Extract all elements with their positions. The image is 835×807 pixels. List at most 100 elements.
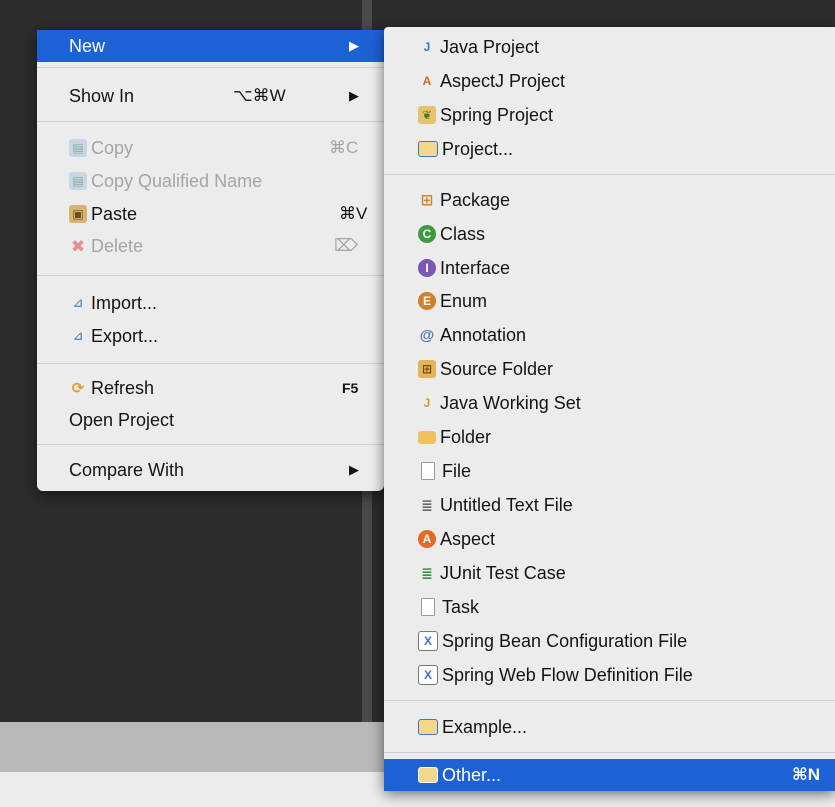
java-project-icon: J bbox=[423, 40, 431, 54]
folder-icon bbox=[418, 430, 436, 444]
submenu-item-project[interactable]: Project... bbox=[384, 133, 835, 165]
menu-separator bbox=[384, 174, 835, 175]
submenu-item-label: Class bbox=[440, 223, 486, 244]
menu-item-export[interactable]: ⊿ Export... bbox=[37, 320, 384, 352]
refresh-icon: ⟳ bbox=[71, 379, 85, 397]
submenu-item-folder[interactable]: Folder bbox=[384, 421, 835, 453]
delete-icon: ✖ bbox=[70, 236, 86, 256]
submenu-item-package[interactable]: ⊞ Package bbox=[384, 184, 835, 216]
menu-separator bbox=[37, 275, 384, 276]
submenu-item-enum[interactable]: E Enum bbox=[384, 285, 835, 317]
submenu-item-example[interactable]: Example... bbox=[384, 711, 835, 743]
submenu-item-other[interactable]: Other... ⌘N bbox=[384, 759, 835, 791]
menu-item-shortcut: ⌥⌘W bbox=[233, 86, 286, 105]
submenu-item-label: Spring Project bbox=[440, 104, 554, 125]
submenu-item-aspectj-project[interactable]: A AspectJ Project bbox=[384, 65, 835, 97]
other-icon bbox=[418, 767, 438, 783]
submenu-item-spring-project[interactable]: ❦ Spring Project bbox=[384, 99, 835, 131]
submenu-item-label: Project... bbox=[442, 138, 514, 159]
menu-item-new[interactable]: New ▶ bbox=[37, 30, 384, 62]
menu-item-open-project[interactable]: Open Project bbox=[37, 404, 384, 436]
menu-item-label: Export... bbox=[91, 325, 159, 346]
menu-item-copy[interactable]: ▤ Copy ⌘C bbox=[37, 132, 384, 164]
export-icon: ⊿ bbox=[72, 329, 84, 343]
interface-icon: I bbox=[418, 259, 436, 277]
submenu-arrow-icon: ▶ bbox=[349, 38, 359, 53]
submenu-item-spring-web-flow-file[interactable]: X Spring Web Flow Definition File bbox=[384, 659, 835, 691]
submenu-item-java-project[interactable]: J Java Project bbox=[384, 31, 835, 63]
submenu-item-java-working-set[interactable]: J Java Working Set bbox=[384, 387, 835, 419]
example-icon bbox=[418, 719, 438, 735]
submenu-item-label: Interface bbox=[440, 257, 511, 278]
copy-icon: ▤ bbox=[69, 139, 87, 157]
menu-item-shortcut: ⌦ bbox=[334, 236, 359, 255]
menu-separator bbox=[37, 67, 384, 68]
submenu-item-file[interactable]: File bbox=[384, 455, 835, 487]
submenu-item-untitled-text-file[interactable]: ≣ Untitled Text File bbox=[384, 489, 835, 521]
submenu-item-aspect[interactable]: A Aspect bbox=[384, 523, 835, 555]
menu-item-shortcut: ⌘C bbox=[329, 138, 359, 157]
paste-icon: ▣ bbox=[69, 205, 87, 223]
menu-item-shortcut: ⌘V bbox=[339, 204, 368, 223]
submenu-item-label: Folder bbox=[440, 426, 492, 447]
menu-separator bbox=[37, 444, 384, 445]
submenu-item-label: Package bbox=[440, 189, 511, 210]
menu-item-label: Open Project bbox=[69, 409, 175, 430]
submenu-item-label: Enum bbox=[440, 290, 488, 311]
java-working-set-icon: J bbox=[423, 396, 431, 410]
aspectj-project-icon: A bbox=[422, 74, 432, 88]
menu-separator bbox=[37, 121, 384, 122]
submenu-item-annotation[interactable]: @ Annotation bbox=[384, 319, 835, 351]
menu-item-delete[interactable]: ✖ Delete ⌦ bbox=[37, 230, 384, 262]
submenu-item-interface[interactable]: I Interface bbox=[384, 252, 835, 284]
submenu-item-label: Spring Bean Configuration File bbox=[442, 630, 688, 651]
submenu-item-label: Aspect bbox=[440, 528, 496, 549]
task-icon bbox=[421, 598, 435, 616]
submenu-item-task[interactable]: Task bbox=[384, 591, 835, 623]
copy-qualified-name-icon: ▤ bbox=[69, 172, 87, 190]
menu-separator bbox=[37, 363, 384, 364]
menu-item-label: Delete bbox=[91, 235, 144, 256]
annotation-icon: @ bbox=[419, 326, 435, 344]
submenu-item-label: Source Folder bbox=[440, 358, 554, 379]
submenu-item-label: AspectJ Project bbox=[440, 70, 566, 91]
menu-item-copy-qualified-name[interactable]: ▤ Copy Qualified Name bbox=[37, 165, 384, 197]
submenu-item-label: Task bbox=[442, 596, 480, 617]
submenu-arrow-icon: ▶ bbox=[349, 462, 359, 477]
menu-item-label: Import... bbox=[91, 292, 158, 313]
file-icon bbox=[421, 462, 435, 480]
submenu-item-label: Annotation bbox=[440, 324, 527, 345]
menu-item-compare-with[interactable]: Compare With ▶ bbox=[37, 454, 384, 486]
submenu-arrow-icon: ▶ bbox=[349, 88, 359, 103]
menu-item-refresh[interactable]: ⟳ Refresh F5 bbox=[37, 372, 384, 404]
submenu-item-label: File bbox=[442, 460, 472, 481]
project-icon bbox=[418, 141, 438, 157]
submenu-item-source-folder[interactable]: ⊞ Source Folder bbox=[384, 353, 835, 385]
submenu-item-junit-test-case[interactable]: ≣ JUnit Test Case bbox=[384, 557, 835, 589]
menu-separator bbox=[384, 752, 835, 753]
menu-item-show-in[interactable]: Show In ⌥⌘W ▶ bbox=[37, 80, 384, 112]
package-icon: ⊞ bbox=[420, 191, 434, 209]
spring-web-flow-file-icon: X bbox=[418, 665, 438, 685]
submenu-item-label: Other... bbox=[442, 764, 502, 785]
submenu-item-label: Example... bbox=[442, 716, 528, 737]
submenu-item-label: JUnit Test Case bbox=[440, 562, 566, 583]
menu-item-shortcut: ⌘N bbox=[792, 765, 821, 784]
submenu-item-label: Untitled Text File bbox=[440, 494, 573, 515]
menu-item-shortcut: F5 bbox=[342, 380, 359, 396]
import-icon: ⊿ bbox=[72, 296, 84, 310]
submenu-item-class[interactable]: C Class bbox=[384, 218, 835, 250]
submenu-item-label: Java Working Set bbox=[440, 392, 581, 413]
menu-separator bbox=[384, 700, 835, 701]
menu-item-paste[interactable]: ▣ Paste ⌘V bbox=[37, 198, 384, 230]
enum-icon: E bbox=[418, 292, 436, 310]
submenu-item-spring-bean-config-file[interactable]: X Spring Bean Configuration File bbox=[384, 625, 835, 657]
menu-item-import[interactable]: ⊿ Import... bbox=[37, 287, 384, 319]
menu-item-label: Refresh bbox=[91, 377, 155, 398]
menu-item-label: Paste bbox=[91, 203, 138, 224]
context-menu: New ▶ Show In ⌥⌘W ▶ ▤ Copy ⌘C ▤ Copy Qua… bbox=[37, 30, 384, 491]
submenu-item-label: Java Project bbox=[440, 36, 540, 57]
menu-item-label: Copy Qualified Name bbox=[91, 170, 263, 191]
menu-item-label: Show In bbox=[69, 85, 135, 106]
aspect-icon: A bbox=[418, 530, 436, 548]
